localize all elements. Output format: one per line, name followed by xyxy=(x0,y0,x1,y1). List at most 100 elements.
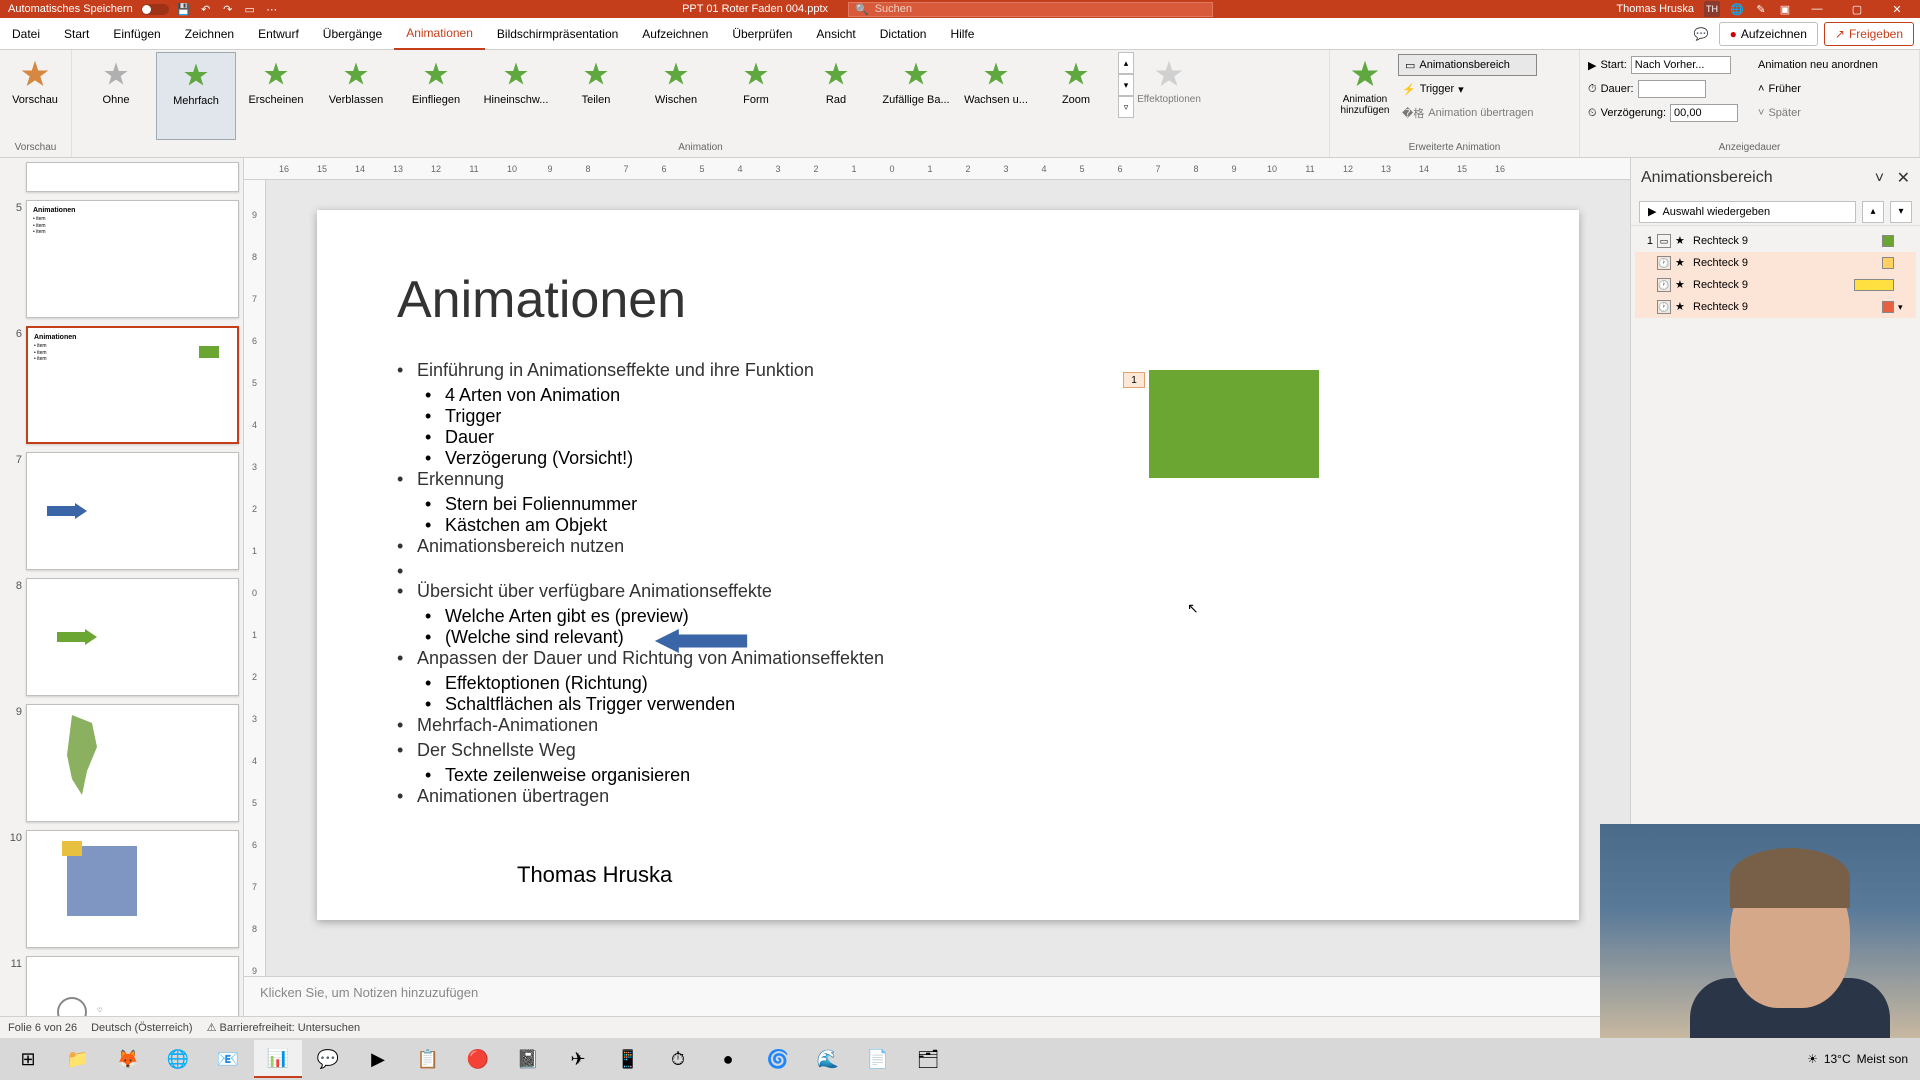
move-down-button[interactable]: ▾ xyxy=(1890,201,1912,223)
slide-thumb-5[interactable]: 5Animationen• item• item• item xyxy=(4,200,239,318)
vlc-icon[interactable]: ▶ xyxy=(354,1040,402,1078)
sub-bullet[interactable]: Effektoptionen (Richtung) xyxy=(397,673,1499,694)
canvas[interactable]: Animationen Einführung in Animationseffe… xyxy=(266,180,1630,976)
app8-icon[interactable]: 📄 xyxy=(854,1040,902,1078)
sub-bullet[interactable]: (Welche sind relevant) xyxy=(397,627,1499,648)
tab-start[interactable]: Start xyxy=(52,18,101,50)
sub-bullet[interactable]: Schaltflächen als Trigger verwenden xyxy=(397,694,1499,715)
outlook-icon[interactable]: 📧 xyxy=(204,1040,252,1078)
author-name[interactable]: Thomas Hruska xyxy=(517,862,672,888)
slide-thumb-11[interactable]: 11♡ xyxy=(4,956,239,1016)
start-row[interactable]: ▶ Start: xyxy=(1584,54,1742,76)
bullet[interactable]: Anpassen der Dauer und Richtung von Anim… xyxy=(397,648,1499,669)
maximize-button[interactable]: ▢ xyxy=(1842,0,1872,18)
bullet[interactable]: Der Schnellste Weg xyxy=(397,740,1499,761)
filename[interactable]: PPT 01 Roter Faden 004.pptx xyxy=(682,3,828,15)
tab-einfügen[interactable]: Einfügen xyxy=(101,18,172,50)
anim-mehrfach[interactable]: Mehrfach xyxy=(156,52,236,140)
trigger-button[interactable]: ⚡ Trigger ▾ xyxy=(1398,78,1537,100)
explorer-icon[interactable]: 📁 xyxy=(54,1040,102,1078)
window-icon[interactable]: ▣ xyxy=(1778,2,1792,16)
sub-bullet[interactable]: 4 Arten von Animation xyxy=(397,385,1499,406)
preview-button[interactable]: Vorschau xyxy=(4,52,66,140)
accessibility-status[interactable]: ⚠ Barrierefreiheit: Untersuchen xyxy=(207,1021,361,1034)
anim-item-3[interactable]: 🕐★Rechteck 9▾ xyxy=(1635,296,1916,318)
autosave-toggle[interactable] xyxy=(141,4,169,15)
anim-einfliegen[interactable]: Einfliegen xyxy=(396,52,476,140)
bullet[interactable]: Einführung in Animationseffekte und ihre… xyxy=(397,360,1499,381)
anim-ohne[interactable]: Ohne xyxy=(76,52,156,140)
minimize-button[interactable]: — xyxy=(1802,0,1832,18)
user-avatar[interactable]: TH xyxy=(1704,1,1720,17)
duration-row[interactable]: ⏱ Dauer: xyxy=(1584,78,1742,100)
animation-tag[interactable]: 1 xyxy=(1123,372,1145,388)
sub-bullet[interactable]: Welche Arten gibt es (preview) xyxy=(397,606,1499,627)
duration-input[interactable] xyxy=(1638,80,1706,98)
anim-erscheinen[interactable]: Erscheinen xyxy=(236,52,316,140)
username[interactable]: Thomas Hruska xyxy=(1616,3,1694,15)
app2-icon[interactable]: 📋 xyxy=(404,1040,452,1078)
tab-bildschirmpräsentation[interactable]: Bildschirmpräsentation xyxy=(485,18,630,50)
app3-icon[interactable]: 🔴 xyxy=(454,1040,502,1078)
start-button[interactable]: ⊞ xyxy=(4,1040,52,1078)
animation-pane-button[interactable]: ▭ Animationsbereich xyxy=(1398,54,1537,76)
anim-form[interactable]: Form xyxy=(716,52,796,140)
sub-bullet[interactable]: Stern bei Foliennummer xyxy=(397,494,1499,515)
slide-thumb-6[interactable]: 6Animationen• item• item• item xyxy=(4,326,239,444)
edge-icon[interactable]: 🌊 xyxy=(804,1040,852,1078)
weather-widget[interactable]: ☀ 13°C Meist son xyxy=(1807,1052,1916,1066)
share-button[interactable]: ↗Freigeben xyxy=(1824,22,1914,46)
bullet[interactable]: Animationen übertragen xyxy=(397,786,1499,807)
tab-animationen[interactable]: Animationen xyxy=(394,18,485,50)
slide-thumb-9[interactable]: 9 xyxy=(4,704,239,822)
sub-bullet[interactable]: Kästchen am Objekt xyxy=(397,515,1499,536)
bullet[interactable]: Erkennung xyxy=(397,469,1499,490)
app6-icon[interactable]: ● xyxy=(704,1040,752,1078)
anim-wischen[interactable]: Wischen xyxy=(636,52,716,140)
play-selection-button[interactable]: ▶ Auswahl wiedergeben xyxy=(1639,201,1856,223)
comments-icon[interactable]: 💬 xyxy=(1684,22,1719,46)
anim-teilen[interactable]: Teilen xyxy=(556,52,636,140)
tab-ansicht[interactable]: Ansicht xyxy=(804,18,867,50)
bullet[interactable]: Übersicht über verfügbare Animationseffe… xyxy=(397,581,1499,602)
delay-input[interactable] xyxy=(1670,104,1738,122)
app7-icon[interactable]: 🌀 xyxy=(754,1040,802,1078)
powerpoint-icon[interactable]: 📊 xyxy=(254,1040,302,1078)
animpane-close-icon[interactable]: ✕ xyxy=(1897,170,1910,187)
slide-thumb-8[interactable]: 8 xyxy=(4,578,239,696)
language-status[interactable]: Deutsch (Österreich) xyxy=(91,1022,192,1034)
anim-item-0[interactable]: 1▭★Rechteck 9 xyxy=(1635,230,1916,252)
tab-datei[interactable]: Datei xyxy=(0,18,52,50)
delay-row[interactable]: ⏲ Verzögerung: xyxy=(1584,102,1742,124)
slide-thumb-7[interactable]: 7 xyxy=(4,452,239,570)
slide-counter[interactable]: Folie 6 von 26 xyxy=(8,1022,77,1034)
gallery-scroll[interactable]: ▴▾▿ xyxy=(1118,52,1136,118)
tab-überprüfen[interactable]: Überprüfen xyxy=(720,18,804,50)
more-icon[interactable]: ⋯ xyxy=(265,2,279,16)
anim-item-2[interactable]: 🕐★Rechteck 9 xyxy=(1635,274,1916,296)
animpane-collapse-icon[interactable]: ˅ xyxy=(1875,170,1884,187)
search-box[interactable]: 🔍 Suchen xyxy=(848,2,1213,17)
record-button[interactable]: ●Aufzeichnen xyxy=(1719,22,1818,46)
telegram-icon[interactable]: ✈ xyxy=(554,1040,602,1078)
start-select[interactable] xyxy=(1631,56,1731,74)
sub-bullet[interactable]: Trigger xyxy=(397,406,1499,427)
onenote-icon[interactable]: 📓 xyxy=(504,1040,552,1078)
slide-thumb-10[interactable]: 10 xyxy=(4,830,239,948)
save-icon[interactable]: 💾 xyxy=(177,2,191,16)
pen-icon[interactable]: ✎ xyxy=(1754,2,1768,16)
firefox-icon[interactable]: 🦊 xyxy=(104,1040,152,1078)
anim-zoom[interactable]: Zoom xyxy=(1036,52,1116,140)
bullet[interactable]: Animationsbereich nutzen xyxy=(397,536,1499,557)
notes-pane[interactable]: Klicken Sie, um Notizen hinzuzufügen xyxy=(244,976,1630,1016)
tab-übergänge[interactable]: Übergänge xyxy=(311,18,394,50)
globe-icon[interactable]: 🌐 xyxy=(1730,2,1744,16)
move-up-button[interactable]: ▴ xyxy=(1862,201,1884,223)
slide[interactable]: Animationen Einführung in Animationseffe… xyxy=(317,210,1579,920)
app4-icon[interactable]: 📱 xyxy=(604,1040,652,1078)
bullet[interactable]: Mehrfach-Animationen xyxy=(397,715,1499,736)
slide-title[interactable]: Animationen xyxy=(397,270,1499,330)
anim-verblassen[interactable]: Verblassen xyxy=(316,52,396,140)
tab-aufzeichnen[interactable]: Aufzeichnen xyxy=(630,18,720,50)
green-rectangle[interactable] xyxy=(1149,370,1319,478)
